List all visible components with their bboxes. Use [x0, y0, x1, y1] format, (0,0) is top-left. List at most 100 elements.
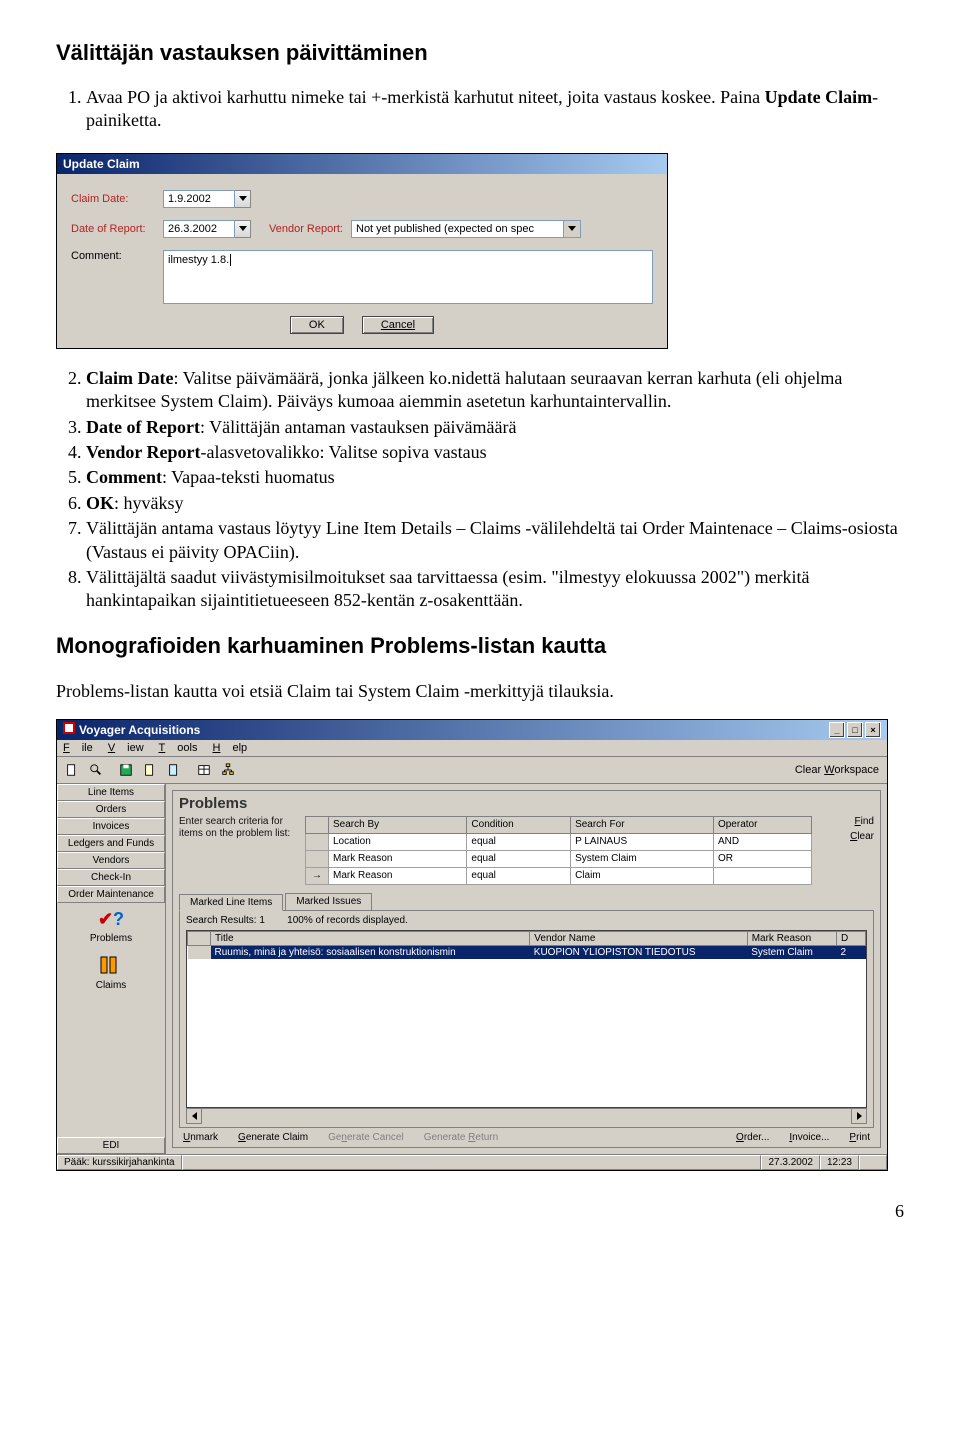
statusbar: Pääk: kurssikirjahankinta 27.3.2002 12:2… [57, 1154, 887, 1170]
sidebar-item-checkin[interactable]: Check-In [57, 869, 165, 886]
sidebar-item-edi[interactable]: EDI [57, 1137, 165, 1154]
claim-date-dropdown-button[interactable] [235, 190, 251, 208]
list-item-7: Välittäjän antama vastaus löytyy Line It… [86, 517, 904, 564]
li1-b: Update Claim [765, 87, 873, 107]
section-heading-2: Monografioiden karhuaminen Problems-list… [56, 633, 904, 659]
toolbar-save-icon[interactable] [115, 759, 137, 781]
problems-icon: ✔? [98, 909, 124, 930]
comment-label: Comment: [71, 250, 163, 262]
vendor-report-select[interactable] [351, 220, 563, 238]
menu-tools[interactable]: Tools [159, 742, 198, 754]
order-button[interactable]: Order... [736, 1132, 769, 1143]
horizontal-scrollbar[interactable] [186, 1108, 867, 1123]
col-condition: Condition [467, 816, 571, 833]
vendor-report-dropdown-button[interactable] [563, 220, 581, 238]
list-item-1: Avaa PO ja aktivoi karhuttu nimeke tai +… [86, 86, 904, 133]
search-row[interactable]: Mark Reason equal System Claim OR [306, 850, 812, 867]
menu-view[interactable]: View [108, 742, 144, 754]
toolbar-new-icon[interactable] [61, 759, 83, 781]
clear-workspace-button[interactable]: Clear Workspace [791, 763, 883, 777]
sidebar-item-ledgers[interactable]: Ledgers and Funds [57, 835, 165, 852]
problems-panel: Problems Enter search criteria for items… [172, 790, 881, 1148]
list-item-4: Vendor Report-alasvetovalikko: Valitse s… [86, 441, 904, 464]
comment-value: ilmestyy 1.8. [168, 254, 229, 266]
toolbar-doc3-icon[interactable] [163, 759, 185, 781]
results-area: Search Results: 1 100% of records displa… [179, 910, 874, 1128]
generate-cancel-button[interactable]: Generate Cancel [328, 1132, 404, 1143]
generate-claim-button[interactable]: Generate Claim [238, 1132, 308, 1143]
rcol-d: D [837, 931, 866, 945]
menu-help[interactable]: Help [213, 742, 248, 754]
rcol-vendor: Vendor Name [530, 931, 747, 945]
toolbar-search-icon[interactable] [85, 759, 107, 781]
sidebar-item-invoices[interactable]: Invoices [57, 818, 165, 835]
menubar: File View Tools Help [57, 740, 887, 757]
toolbar-sep [109, 759, 113, 779]
list-item-2: Claim Date: Valitse päivämäärä, jonka jä… [86, 367, 904, 414]
sidebar-claims[interactable]: Claims [57, 950, 165, 997]
sidebar-item-vendors[interactable]: Vendors [57, 852, 165, 869]
chevron-down-icon [239, 196, 247, 201]
maximize-button[interactable]: □ [847, 722, 863, 738]
scroll-left-button[interactable] [186, 1108, 202, 1124]
close-button[interactable]: × [865, 722, 881, 738]
sidebar-problems[interactable]: ✔? Problems [57, 903, 165, 950]
list-item-3: Date of Report: Välittäjän antaman vasta… [86, 416, 904, 439]
result-row[interactable]: Ruumis, minä ja yhteisö: sosiaalisen kon… [188, 945, 866, 959]
sidebar-item-orders[interactable]: Orders [57, 801, 165, 818]
sidebar-item-line-items[interactable]: Line Items [57, 784, 165, 801]
results-percent: 100% of records displayed. [287, 915, 408, 926]
invoice-button[interactable]: Invoice... [789, 1132, 829, 1143]
bottom-actions: Unmark Generate Claim Generate Cancel Ge… [173, 1128, 880, 1147]
search-row[interactable]: Location equal P LAINAUS AND [306, 833, 812, 850]
search-hint: Enter search criteria for items on the p… [179, 816, 297, 885]
generate-return-button[interactable]: Generate Return [424, 1132, 499, 1143]
menu-file[interactable]: File [63, 742, 93, 754]
minimize-button[interactable]: _ [829, 722, 845, 738]
text-caret-icon [230, 254, 231, 266]
date-of-report-dropdown-button[interactable] [235, 220, 251, 238]
ok-button[interactable]: OK [290, 316, 344, 334]
tab-marked-line-items[interactable]: Marked Line Items [179, 894, 283, 911]
toolbar-doc2-icon[interactable] [139, 759, 161, 781]
search-row[interactable]: → Mark Reason equal Claim [306, 867, 812, 884]
vendor-report-label: Vendor Report: [269, 223, 343, 235]
cancel-button[interactable]: Cancel [362, 316, 434, 334]
toolbar-grid-icon[interactable] [193, 759, 215, 781]
search-grid: Search By Condition Search For Operator … [305, 816, 812, 885]
li1-a: Avaa PO ja aktivoi karhuttu nimeke tai +… [86, 87, 765, 107]
page-number: 6 [56, 1201, 904, 1222]
date-of-report-input[interactable] [163, 220, 235, 238]
claim-date-input[interactable] [163, 190, 235, 208]
col-search-for: Search For [571, 816, 714, 833]
panel-title: Problems [179, 795, 874, 812]
toolbar-sep2 [187, 759, 191, 779]
chevron-down-icon [239, 226, 247, 231]
claim-date-label: Claim Date: [71, 193, 163, 205]
col-operator: Operator [713, 816, 811, 833]
list-item-8: Välittäjältä saadut viivästymisilmoituks… [86, 566, 904, 613]
sidebar: Line Items Orders Invoices Ledgers and F… [57, 784, 166, 1154]
unmark-button[interactable]: Unmark [183, 1132, 218, 1143]
clear-button[interactable]: Clear [850, 831, 874, 842]
app-icon [63, 722, 75, 737]
col-search-by: Search By [329, 816, 467, 833]
chevron-right-icon [857, 1112, 862, 1120]
paragraph-2: Problems-listan kautta voi etsiä Claim t… [56, 679, 904, 703]
find-button[interactable]: Find [855, 816, 874, 827]
update-claim-dialog: Update Claim Claim Date: Date of Report:… [56, 153, 668, 349]
list-item-6: OK: hyväksy [86, 492, 904, 515]
sidebar-item-order-maintenance[interactable]: Order Maintenance [57, 886, 165, 903]
comment-textarea[interactable]: ilmestyy 1.8. [163, 250, 653, 304]
rcol-title: Title [211, 931, 530, 945]
print-button[interactable]: Print [849, 1132, 870, 1143]
window-titlebar: Voyager Acquisitions _ □ × [57, 720, 887, 740]
tab-marked-issues[interactable]: Marked Issues [285, 893, 372, 910]
rcol-reason: Mark Reason [747, 931, 836, 945]
date-of-report-label: Date of Report: [71, 223, 163, 235]
voyager-acquisitions-window: Voyager Acquisitions _ □ × File View Too… [56, 719, 888, 1171]
list-item-5: Comment: Vapaa-teksti huomatus [86, 466, 904, 489]
dialog-titlebar: Update Claim [57, 154, 667, 174]
toolbar-hier-icon[interactable] [217, 759, 239, 781]
scroll-right-button[interactable] [851, 1108, 867, 1124]
